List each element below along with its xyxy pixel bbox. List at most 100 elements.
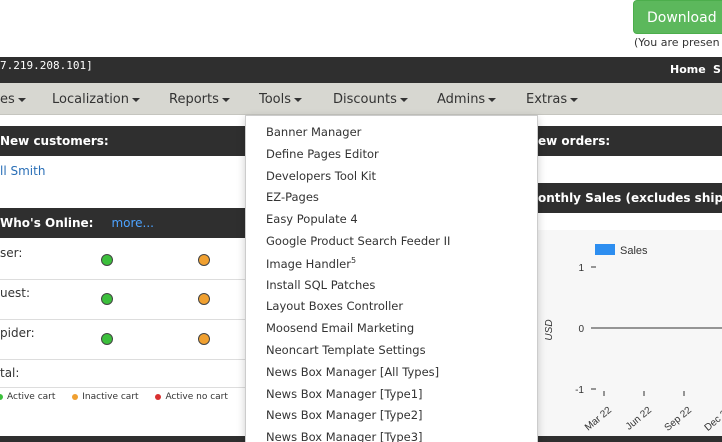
menu-item-news-box-manager-type2[interactable]: News Box Manager [Type2] (266, 408, 423, 422)
ip-address: 7.219.208.101] (0, 59, 93, 72)
menu-item-label: Neoncart Template Settings (266, 343, 426, 357)
tools-dropdown-menu: Banner Manager Define Pages Editor Develop… (245, 115, 538, 442)
menu-item-label: Image Handler (266, 256, 351, 271)
menu-item-label: Moosend Email Marketing (266, 321, 415, 336)
superscript: 5 (350, 255, 357, 265)
present-note: (You are presen (634, 36, 720, 49)
menu-item-google-product-search-feeder-ii[interactable]: Google Product Search Feeder II (266, 234, 450, 248)
menu-item-label: Developers Tool Kit (266, 168, 377, 183)
new-customers-header: New customers: (0, 126, 245, 156)
menu-item-label: Install SQL Patches (266, 277, 376, 292)
more-link[interactable]: more... (111, 216, 154, 230)
status-dot-green (101, 254, 113, 266)
status-dot-orange (198, 254, 210, 266)
menu-item-label: News Box Manager [Type3] (266, 430, 423, 442)
status-dot-green (101, 293, 113, 305)
new-orders-header: ew orders: (538, 126, 722, 156)
x-tick-label: Mar 22 (583, 405, 614, 434)
menu-item-news-box-manager-all-types[interactable]: News Box Manager [All Types] (266, 365, 439, 379)
x-tick-label: Jun 22 (624, 405, 654, 433)
row-label: tal: (0, 366, 20, 380)
menu-label: Admins (437, 92, 486, 107)
menu-item-label: Define Pages Editor (266, 146, 379, 161)
menu-item-neoncart-template-settings[interactable]: Neoncart Template Settings (266, 343, 426, 357)
menu-item-define-pages-editor[interactable]: Define Pages Editor (266, 147, 379, 161)
legend-swatch-sales (595, 244, 615, 255)
online-row-guest: uest: (0, 280, 245, 320)
no-cart-dot (155, 393, 162, 400)
menu-item-layout-boxes-controller[interactable]: Layout Boxes Controller (266, 299, 403, 313)
customer-link[interactable]: ll Smith (0, 164, 45, 178)
y-tick-label: -1 (575, 385, 584, 396)
download-button[interactable]: Download ( (633, 0, 722, 34)
menu-item-reports[interactable]: Reports (169, 92, 230, 107)
menu-label: Discounts (333, 92, 397, 107)
legend-label: Active no cart (165, 392, 228, 402)
menu-item-admins[interactable]: Admins (437, 92, 497, 107)
menu-item-label: News Box Manager [All Types] (266, 364, 440, 379)
menu-item-ez-pages[interactable]: EZ-Pages (266, 190, 319, 204)
menu-item-banner-manager[interactable]: Banner Manager (266, 125, 361, 139)
home-link[interactable]: Home (670, 63, 706, 76)
chevron-down-icon (488, 97, 497, 102)
legend-label: Inactive cart (82, 392, 139, 402)
menu-label: Tools (259, 92, 292, 107)
menu-item-label: Google Product Search Feeder II (266, 234, 451, 248)
menu-item-label: News Box Manager [Type1] (266, 386, 423, 401)
menu-item-localization[interactable]: Localization (52, 92, 140, 107)
legend-label-sales: Sales (620, 245, 648, 257)
header-link-s[interactable]: S (713, 63, 721, 76)
menu-item-modules[interactable]: es (0, 92, 26, 107)
menu-item-label: News Box Manager [Type2] (266, 408, 423, 423)
menu-label: es (0, 92, 15, 107)
online-row-user: ser: (0, 240, 245, 280)
online-row-total: tal: (0, 360, 245, 388)
status-dot-orange (198, 333, 210, 345)
x-tick-label: Sep 22 (663, 405, 695, 434)
row-label: pider: (0, 326, 35, 340)
panel-title: Who's Online: (0, 216, 94, 230)
inactive-cart-dot (72, 393, 79, 400)
chevron-down-icon (221, 97, 230, 102)
menu-item-moosend-email-marketing[interactable]: Moosend Email Marketing (266, 321, 414, 335)
chevron-down-icon (294, 97, 303, 102)
y-axis-label: USD (544, 319, 555, 340)
menu-label: Localization (52, 92, 129, 107)
status-dot-orange (198, 293, 210, 305)
menu-item-news-box-manager-type3[interactable]: News Box Manager [Type3] (266, 430, 423, 442)
menu-item-extras[interactable]: Extras (526, 92, 579, 107)
panel-title: ew orders: (538, 134, 611, 148)
legend-label: Active cart (7, 392, 56, 402)
whos-online-header: Who's Online: more... (0, 208, 245, 238)
menu-item-image-handler[interactable]: Image Handler5 (266, 256, 356, 271)
menu-item-label: Layout Boxes Controller (266, 299, 404, 314)
panel-title: onthly Sales (excludes shippin (538, 191, 722, 205)
cart-legend: Active cart Inactive cart Active no cart (0, 392, 245, 408)
y-tick-label: 0 (578, 324, 584, 335)
status-dot-green (101, 333, 113, 345)
panel-title: New customers: (0, 134, 109, 148)
y-tick-label: 1 (578, 263, 584, 274)
chevron-down-icon (17, 97, 26, 102)
menu-label: Reports (169, 92, 219, 107)
online-row-spider: pider: (0, 320, 245, 360)
monthly-sales-chart: USD 1 0 -1 Mar 22 Jun 22 Sep 22 Dec 22 Sales (544, 244, 722, 434)
row-label: ser: (0, 246, 23, 260)
menu-label: Extras (526, 92, 568, 107)
menu-item-news-box-manager-type1[interactable]: News Box Manager [Type1] (266, 387, 423, 401)
menu-item-tools[interactable]: Tools (259, 92, 303, 107)
menu-bar: es Localization Reports Tools Discounts … (0, 83, 722, 115)
menu-item-discounts[interactable]: Discounts (333, 92, 408, 107)
x-tick-label: Dec 22 (703, 405, 722, 434)
chevron-down-icon (570, 97, 579, 102)
menu-item-easy-populate-4[interactable]: Easy Populate 4 (266, 212, 358, 226)
menu-item-label: Easy Populate 4 (266, 212, 358, 227)
menu-item-install-sql-patches[interactable]: Install SQL Patches (266, 278, 375, 292)
chevron-down-icon (399, 97, 408, 102)
chevron-down-icon (132, 97, 140, 102)
active-cart-dot (0, 393, 3, 400)
menu-item-label: Banner Manager (266, 125, 362, 139)
menu-item-label: EZ-Pages (266, 190, 319, 205)
menu-item-developers-tool-kit[interactable]: Developers Tool Kit (266, 169, 376, 183)
row-label: uest: (0, 286, 30, 300)
